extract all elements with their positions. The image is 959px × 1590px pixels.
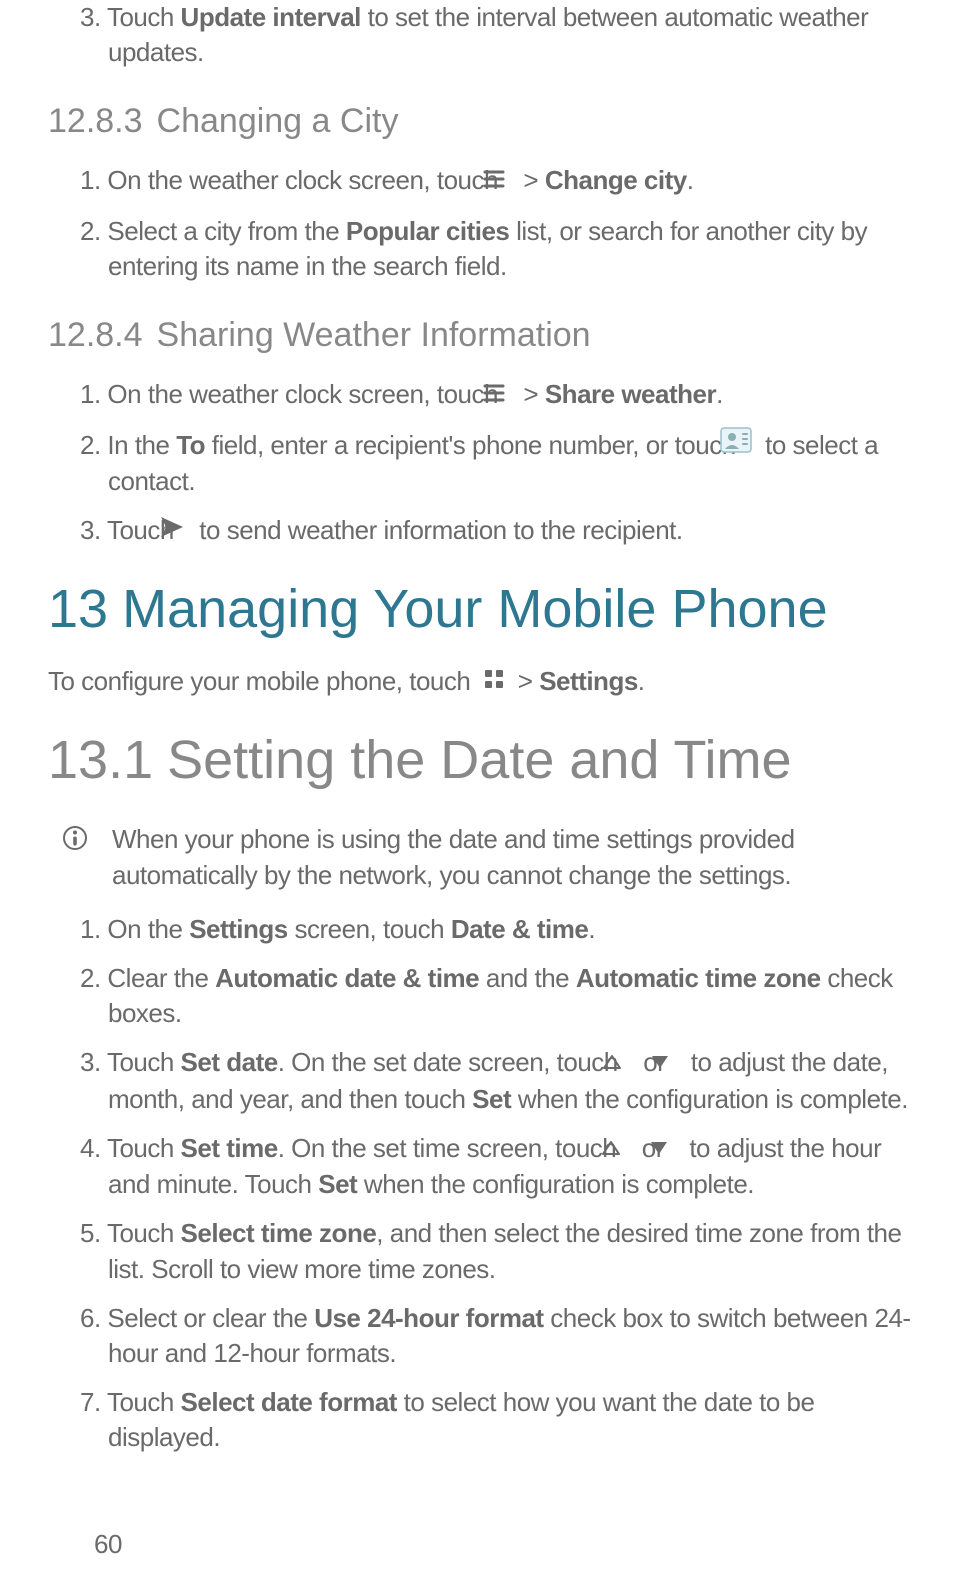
- text: 6. Select or clear the: [80, 1303, 314, 1333]
- step-date-5: 5. Touch Select time zone, and then sele…: [48, 1216, 911, 1286]
- heading-number: 12.8.4: [48, 316, 143, 355]
- bold-update-interval: Update interval: [181, 2, 361, 32]
- bold-24h: Use 24-hour format: [314, 1303, 543, 1333]
- text: .: [638, 666, 645, 696]
- step-date-3: 3. Touch Set date. On the set date scree…: [48, 1045, 911, 1117]
- heading-13-1: 13.1Setting the Date and Time: [48, 729, 911, 791]
- heading-12-8-3: 12.8.3 Changing a City: [48, 102, 911, 141]
- heading-12-8-4: 12.8.4 Sharing Weather Information: [48, 316, 911, 355]
- bold-settings: Settings: [539, 666, 638, 696]
- text: 4. Touch: [80, 1133, 181, 1163]
- step-date-4: 4. Touch Set time. On the set time scree…: [48, 1131, 911, 1203]
- text: 2. Select a city from the: [80, 216, 346, 246]
- heading-number: 12.8.3: [48, 102, 143, 141]
- text: 2. Clear the: [80, 963, 215, 993]
- heading-13: 13Managing Your Mobile Phone: [48, 578, 911, 640]
- step-change-city-1: 1. On the weather clock screen, touch > …: [48, 163, 911, 200]
- text: >: [518, 666, 539, 696]
- text: 1. On the weather clock screen, touch: [80, 165, 505, 195]
- text: . On the set time screen, touch: [278, 1133, 623, 1163]
- para-configure: To configure your mobile phone, touch > …: [48, 664, 911, 701]
- text: 1. On the: [80, 914, 189, 944]
- step-date-6: 6. Select or clear the Use 24-hour forma…: [48, 1301, 911, 1371]
- step-update-interval: 3. Touch Update interval to set the inte…: [48, 0, 911, 70]
- text: 1. On the weather clock screen, touch: [80, 379, 505, 409]
- text: when the configuration is complete.: [511, 1084, 908, 1114]
- text: to send weather information to the recip…: [199, 515, 682, 545]
- note-text: When your phone is using the date and ti…: [112, 824, 795, 890]
- apps-grid-icon: [483, 664, 505, 699]
- page-number: 60: [94, 1529, 122, 1560]
- text: 2. In the: [80, 430, 176, 460]
- bold-to: To: [176, 430, 205, 460]
- text: . On the set date screen, touch: [278, 1047, 625, 1077]
- text: screen, touch: [288, 914, 451, 944]
- heading-title: Sharing Weather Information: [157, 316, 591, 354]
- bold-select-tz: Select time zone: [181, 1218, 377, 1248]
- text: .: [588, 914, 595, 944]
- contact-icon: [748, 427, 752, 462]
- text: .: [687, 165, 694, 195]
- text: >: [523, 165, 544, 195]
- bold-settings: Settings: [189, 914, 288, 944]
- text: 3. Touch: [80, 2, 181, 32]
- bold-auto-date: Automatic date & time: [215, 963, 479, 993]
- text: 3. Touch: [80, 1047, 181, 1077]
- text: field, enter a recipient's phone number,…: [205, 430, 742, 460]
- text: To configure your mobile phone, touch: [48, 666, 477, 696]
- step-share-3: 3. Touch to send weather information to …: [48, 513, 911, 550]
- step-change-city-2: 2. Select a city from the Popular cities…: [48, 214, 911, 284]
- bold-date-format: Select date format: [181, 1387, 397, 1417]
- step-date-1: 1. On the Settings screen, touch Date & …: [48, 912, 911, 947]
- bold-set-time: Set time: [181, 1133, 278, 1163]
- text: 7. Touch: [80, 1387, 181, 1417]
- step-date-7: 7. Touch Select date format to select ho…: [48, 1385, 911, 1455]
- bold-set: Set: [472, 1084, 511, 1114]
- bold-change-city: Change city: [545, 165, 687, 195]
- bold-share-weather: Share weather: [545, 379, 716, 409]
- text: when the configuration is complete.: [357, 1169, 754, 1199]
- step-share-2: 2. In the To field, enter a recipient's …: [48, 428, 911, 500]
- bold-popular-cities: Popular cities: [346, 216, 510, 246]
- heading-number: 13: [48, 578, 108, 640]
- heading-number: 13.1: [48, 729, 153, 791]
- step-share-1: 1. On the weather clock screen, touch > …: [48, 377, 911, 414]
- heading-title: Setting the Date and Time: [167, 730, 791, 790]
- heading-title: Managing Your Mobile Phone: [122, 579, 828, 639]
- text: >: [523, 379, 544, 409]
- bold-set: Set: [318, 1169, 357, 1199]
- note-auto-date: When your phone is using the date and ti…: [48, 821, 911, 894]
- info-icon: [62, 824, 88, 850]
- text: 5. Touch: [80, 1218, 181, 1248]
- text: .: [716, 379, 723, 409]
- text: and the: [479, 963, 576, 993]
- bold-auto-tz: Automatic time zone: [576, 963, 821, 993]
- bold-date-time: Date & time: [451, 914, 589, 944]
- heading-title: Changing a City: [157, 102, 399, 140]
- step-date-2: 2. Clear the Automatic date & time and t…: [48, 961, 911, 1031]
- bold-set-date: Set date: [181, 1047, 278, 1077]
